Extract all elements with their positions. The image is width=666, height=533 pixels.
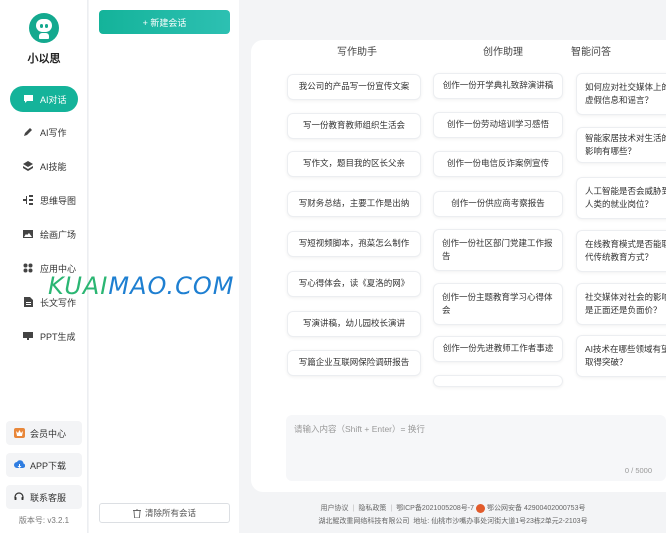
company-name: 湖北鲲改重网络科技有限公司 [318,518,410,525]
prompt-card[interactable]: 写篇企业互联网保险调研报告 [287,350,421,376]
nav-item-label: PPT生成 [40,331,76,342]
prompt-card[interactable]: 创作一份先进教师工作者事迹 [433,336,563,362]
chat-icon [20,94,36,104]
user-agreement-link[interactable]: 用户协议 [321,505,349,512]
prompt-card[interactable]: 创作一份供应商考察报告 [433,191,563,217]
nav-item-label: 思维导图 [40,195,77,206]
nav-item-mindmap[interactable]: 思维导图 [10,187,78,213]
left-nav: 小以思 AI对话 AI写作 AI技能 思维导图 绘画广场 应用中心 长文写作 P… [0,0,88,533]
icp-link[interactable]: 鄂ICP备2021005208号-7 [396,505,474,512]
clear-conversations-button[interactable]: 清除所有会话 [99,503,230,523]
prompt-card[interactable]: 人工智能是否会威胁到人类的就业岗位？ [576,177,666,219]
clear-conversations-label: 清除所有会话 [144,508,196,518]
contact-support-label: 联系客服 [30,492,67,503]
nav-item-ai-skills[interactable]: AI技能 [10,153,78,179]
prompt-card[interactable]: 创作一份社区部门党建工作报告 [433,229,563,271]
nav-item-label: 绘画广场 [40,229,77,240]
member-center-label: 会员中心 [30,428,67,439]
nav-item-label: AI技能 [40,161,67,172]
brand-name: 小以思 [27,53,61,65]
prompt-card[interactable]: AI技术在哪些领域有望取得突破？ [576,335,666,377]
ppt-icon [20,331,36,341]
apps-icon [20,263,36,273]
privacy-policy-link[interactable]: 隐私政策 [358,505,386,512]
headset-icon [12,492,26,502]
prompt-card[interactable]: 如何应对社交媒体上的虚假信息和谣言？ [576,73,666,115]
prompt-card[interactable]: 创作一份主题教育学习心得体会 [433,283,563,325]
trash-icon [132,508,141,518]
prompt-card[interactable]: 智能家居技术对生活的影响有哪些？ [576,127,666,163]
robot-logo-icon [29,13,59,43]
police-badge-icon [476,503,486,513]
watermark-part2: MAO.COM [108,272,235,300]
company-address: 地址: 仙桃市沙嘴办事处河街大道1号23栋2单元2-2103号 [413,518,588,525]
prompt-card[interactable]: 在线教育模式是否能取代传统教育方式？ [576,230,666,272]
app-download-label: APP下载 [30,460,67,471]
footer-links: 用户协议 | 隐私政策 | 鄂ICP备2021005208号-7 鄂公网安备 429004… [320,503,586,513]
message-input[interactable]: 请输入内容（Shift + Enter）= 换行 0 / 5000 [286,415,666,481]
mindmap-icon [20,195,36,205]
footer-company: 湖北鲲改重网络科技有限公司 地址: 仙桃市沙嘴办事处河街大道1号23栋2单元2-… [240,516,666,526]
conversation-panel: + 新建会话 清除所有会话 [89,0,239,533]
app-download-button[interactable]: APP下载 [6,453,82,477]
crown-icon [12,428,26,438]
watermark-part1: KUAI [48,272,109,300]
prompt-card[interactable]: 创作一份电信反诈案例宣传 [433,151,563,177]
character-counter: 0 / 5000 [624,466,652,475]
watermark: KUAIMAO.COM [48,272,234,300]
document-icon [20,297,36,307]
prompt-card[interactable]: 写短视频脚本，孢菜怎么制作 [287,231,421,257]
prompt-card[interactable]: 社交媒体对社会的影响是正面还是负面价？ [576,283,666,325]
layers-icon [20,161,36,171]
member-center-button[interactable]: 会员中心 [6,421,82,445]
column-header-qa: 智能问答 [571,47,611,58]
message-input-placeholder: 请输入内容（Shift + Enter）= 换行 [294,424,425,434]
contact-support-button[interactable]: 联系客服 [6,485,82,509]
nav-item-ai-chat[interactable]: AI对话 [10,86,78,112]
prompt-card[interactable]: 写作文，题目我的区长父亲 [287,151,421,177]
police-record-link[interactable]: 鄂公网安备 42900402000753号 [487,505,585,512]
prompt-card[interactable]: 我公司的产品写一份宣传文案 [287,74,421,100]
prompt-card[interactable]: 写财务总结，主要工作是出纳 [287,191,421,217]
new-conversation-button[interactable]: + 新建会话 [99,10,230,34]
image-icon [20,229,36,239]
nav-item-label: AI写作 [40,127,67,138]
prompt-card-partial[interactable] [433,375,563,387]
nav-item-painting[interactable]: 绘画广场 [10,221,78,247]
prompt-card[interactable]: 写心得体会，读《夏洛的网》 [287,271,421,297]
column-header-writing: 写作助手 [337,47,377,58]
prompt-card[interactable]: 创作一份劳动培训学习感悟 [433,112,563,138]
pen-icon [20,127,36,137]
version-label: 版本号: v3.2.1 [18,516,70,525]
prompt-card[interactable]: 创作一份开学典礼致辞演讲稿 [433,73,563,99]
nav-item-label: AI对话 [40,94,67,105]
cloud-download-icon [12,460,26,470]
column-header-creation: 创作助理 [483,47,523,58]
nav-item-ppt[interactable]: PPT生成 [10,323,78,349]
prompt-card[interactable]: 写一份教育教师组织生活会 [287,113,421,139]
prompt-card[interactable]: 写演讲稿，幼儿园校长演讲 [287,311,421,337]
nav-item-ai-writing[interactable]: AI写作 [10,119,78,145]
